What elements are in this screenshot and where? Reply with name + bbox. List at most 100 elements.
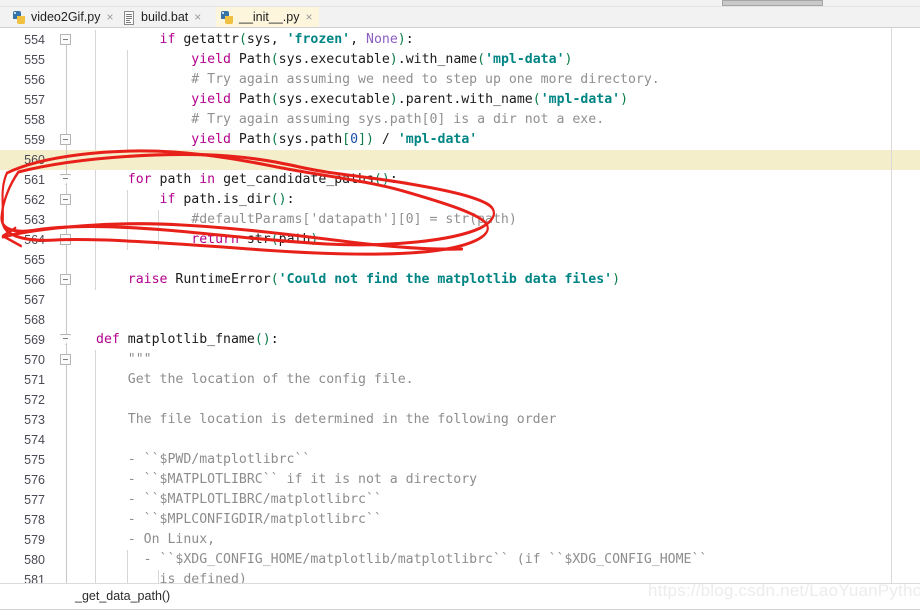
indent-guide: [95, 130, 96, 150]
fold-collapse-box-icon[interactable]: [60, 134, 71, 145]
code-line-row[interactable]: 578 - ``$MPLCONFIGDIR/matplotlibrc``: [0, 510, 920, 530]
close-icon[interactable]: ×: [194, 7, 201, 28]
indent-guide: [95, 250, 96, 270]
line-number: 577: [24, 493, 45, 507]
code-line-row[interactable]: 577 - ``$MATPLOTLIBRC/matplotlibrc``: [0, 490, 920, 510]
line-number: 579: [24, 533, 45, 547]
code-line-row[interactable]: 561 for path in get_candidate_paths():: [0, 170, 920, 190]
close-icon[interactable]: ×: [106, 7, 113, 28]
indent-guide: [158, 210, 160, 230]
fold-collapse-box-icon[interactable]: [60, 194, 71, 205]
indent-guide: [126, 210, 128, 230]
code-line-row[interactable]: 580 - ``$XDG_CONFIG_HOME/matplotlib/matp…: [0, 550, 920, 570]
code-line-row[interactable]: 575 - ``$PWD/matplotlibrc``: [0, 450, 920, 470]
horizontal-scrollbar[interactable]: [0, 0, 920, 7]
code-line-row[interactable]: 566 raise RuntimeError('Could not find t…: [0, 270, 920, 290]
code-editor[interactable]: 554 if getattr(sys, 'frozen', None): 555 …: [0, 28, 920, 583]
code-folding-column[interactable]: [57, 28, 77, 583]
line-number: 565: [24, 253, 45, 267]
line-number: 556: [24, 73, 45, 87]
fold-collapse-box-icon[interactable]: [60, 234, 71, 245]
indent-guide: [95, 470, 96, 490]
indent-guide: [95, 90, 96, 110]
editor-tab-build-bat[interactable]: build.bat ×: [118, 7, 210, 28]
line-number: 581: [24, 573, 45, 583]
indent-guide: [126, 50, 128, 70]
indent-guide: [95, 570, 96, 583]
code-line-row[interactable]: 574: [0, 430, 920, 450]
code-line-text: - On Linux,: [96, 532, 216, 547]
pycharm-editor-window: video2Gif.py × build.bat × __init__.py × 554 …: [0, 0, 920, 611]
fold-collapse-triangle-icon[interactable]: [60, 174, 71, 185]
code-line-text: return str(path): [191, 232, 319, 247]
code-line-text: - ``$PWD/matplotlibrc``: [96, 452, 311, 467]
code-line-row[interactable]: 562 if path.is_dir():: [0, 190, 920, 210]
fold-collapse-box-icon[interactable]: [60, 354, 71, 365]
indent-guide: [95, 270, 96, 290]
breadcrumb[interactable]: _get_data_path(): [75, 586, 170, 607]
close-icon[interactable]: ×: [305, 7, 312, 28]
code-line-text: """: [127, 352, 152, 367]
indent-guide: [126, 570, 128, 583]
indent-guide: [95, 410, 96, 430]
code-line-text: is defined): [96, 572, 247, 583]
code-line-row[interactable]: 563 #defaultParams['datapath'][0] = str(…: [0, 210, 920, 230]
code-line-row[interactable]: 571 Get the location of the config file.: [0, 370, 920, 390]
editor-tab-video2gif-py[interactable]: video2Gif.py ×: [8, 7, 114, 28]
code-line-row[interactable]: 572: [0, 390, 920, 410]
line-number: 558: [24, 113, 45, 127]
code-line-row[interactable]: 570 """: [0, 350, 920, 370]
line-number: 567: [24, 293, 45, 307]
code-line-row[interactable]: 557 yield Path(sys.executable).parent.wi…: [0, 90, 920, 110]
code-line-row[interactable]: 554 if getattr(sys, 'frozen', None):: [0, 30, 920, 50]
line-number: 559: [24, 133, 45, 147]
indent-guide: [158, 570, 160, 583]
indent-guide: [126, 190, 128, 210]
code-line-row[interactable]: 573 The file location is determined in t…: [0, 410, 920, 430]
watermark-text: https://blog.csdn.net/LaoYuanPython: [648, 581, 920, 600]
line-number: 566: [24, 273, 45, 287]
indent-guide: [158, 230, 160, 250]
code-line-row[interactable]: 567: [0, 290, 920, 310]
fold-collapse-triangle-icon[interactable]: [60, 334, 71, 345]
line-number: 563: [24, 213, 45, 227]
code-line-row[interactable]: 565: [0, 250, 920, 270]
indent-guide: [126, 130, 128, 150]
line-number: 555: [24, 53, 45, 67]
code-line-row[interactable]: 558 # Try again assuming sys.path[0] is …: [0, 110, 920, 130]
line-number: 554: [24, 33, 45, 47]
fold-collapse-box-icon[interactable]: [60, 34, 71, 45]
code-line-text: for path in get_candidate_paths():: [127, 172, 398, 187]
fold-guide-line: [66, 36, 67, 583]
code-line-row[interactable]: 555 yield Path(sys.executable).with_name…: [0, 50, 920, 70]
code-line-row[interactable]: 564 return str(path): [0, 230, 920, 250]
indent-guide: [95, 390, 96, 410]
indent-guide: [126, 550, 128, 570]
code-line-row[interactable]: 579 - On Linux,: [0, 530, 920, 550]
editor-tab-bar: video2Gif.py × build.bat × __init__.py ×: [0, 7, 920, 28]
code-line-text: - ``$MPLCONFIGDIR/matplotlibrc``: [96, 512, 382, 527]
line-number: 561: [24, 173, 45, 187]
code-line-row[interactable]: 569 def matplotlib_fname():: [0, 330, 920, 350]
fold-collapse-box-icon[interactable]: [60, 274, 71, 285]
code-line-row[interactable]: 568: [0, 310, 920, 330]
code-line-row[interactable]: 559 yield Path(sys.path[0]) / 'mpl-data': [0, 130, 920, 150]
editor-tab-init-py[interactable]: __init__.py ×: [216, 7, 319, 28]
indent-guide: [95, 50, 96, 70]
code-line-row[interactable]: 576 - ``$MATPLOTLIBRC`` if it is not a d…: [0, 470, 920, 490]
indent-guide: [95, 490, 96, 510]
line-number: 575: [24, 453, 45, 467]
code-line-text: def matplotlib_fname():: [96, 332, 279, 347]
indent-guide: [95, 210, 96, 230]
indent-guide: [95, 450, 96, 470]
python-file-icon: [221, 10, 234, 25]
editor-tab-label: video2Gif.py: [31, 10, 101, 24]
code-line-row[interactable]: 556 # Try again assuming we need to step…: [0, 70, 920, 90]
right-margin-guide: [891, 28, 892, 583]
text-file-icon: [123, 10, 136, 25]
code-line-row[interactable]: 560: [0, 150, 920, 170]
code-line-text: - ``$MATPLOTLIBRC/matplotlibrc``: [96, 492, 382, 507]
code-line-text: # Try again assuming sys.path[0] is a di…: [96, 112, 605, 127]
line-number: 557: [24, 93, 45, 107]
code-line-text: raise RuntimeError('Could not find the m…: [127, 272, 621, 287]
